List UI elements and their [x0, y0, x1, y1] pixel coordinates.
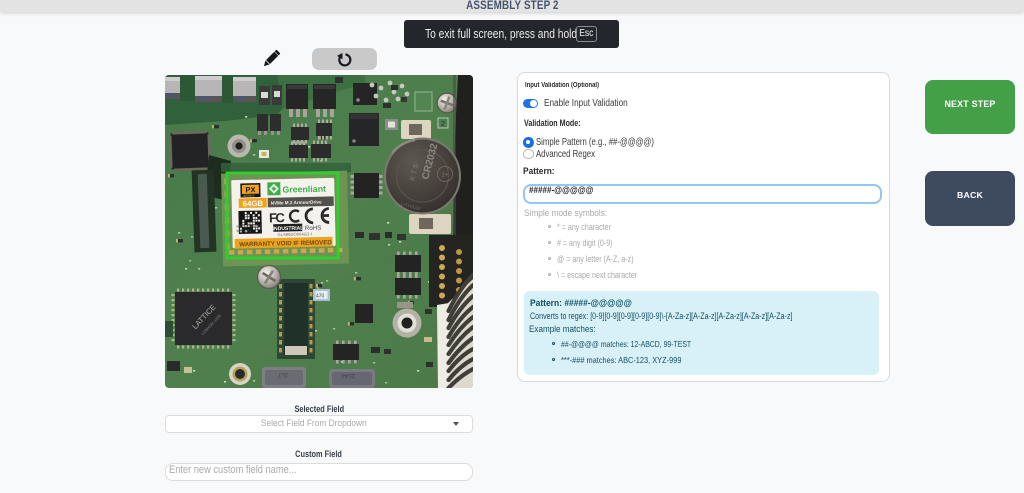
- svg-text:2L44: 2L44: [341, 372, 355, 378]
- svg-text:FC: FC: [269, 210, 286, 225]
- svg-text:470: 470: [316, 294, 325, 300]
- svg-text:2+: 2+: [442, 173, 449, 179]
- svg-text:64GB: 64GB: [243, 199, 264, 208]
- svg-text:Greenliant: Greenliant: [282, 184, 326, 195]
- svg-text:2L7: 2L7: [277, 371, 288, 377]
- svg-text:SERIES: SERIES: [243, 194, 254, 198]
- svg-text:WR 9235: WR 9235: [236, 229, 251, 233]
- svg-text:GLS86DO064G3-I: GLS86DO064G3-I: [277, 231, 312, 237]
- svg-text:2: 2: [441, 121, 445, 128]
